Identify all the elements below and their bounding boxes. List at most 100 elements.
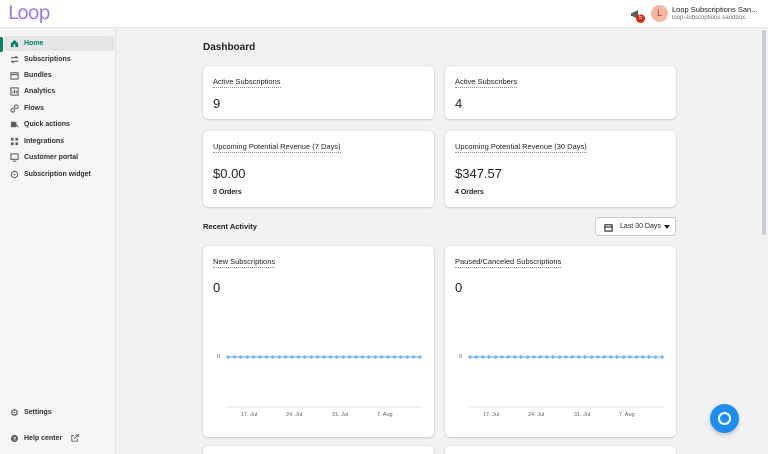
repeat-icon [10,55,19,64]
sidebar-item-subscriptions[interactable]: Subscriptions [4,52,114,67]
data-point[interactable] [506,355,511,359]
sidebar-item-subscription-widget[interactable]: Subscription widget [4,167,114,182]
data-point[interactable] [589,355,594,359]
data-point[interactable] [538,355,543,359]
card-title[interactable]: New Subscriptions [213,257,276,268]
top-bar: Loop 5 L Loop Subscriptions San... loop-… [0,0,768,28]
data-point[interactable] [596,355,600,359]
data-point[interactable] [570,355,575,359]
data-point[interactable] [583,355,587,359]
card-value: 9 [213,96,221,111]
date-range-select[interactable]: Last 30 Days [595,217,676,236]
data-point[interactable] [271,355,275,359]
help-icon: ? [10,434,19,443]
data-point[interactable] [328,355,333,359]
card-title[interactable]: Upcoming Potential Revenue (7 Days) [213,142,341,153]
data-point[interactable] [602,355,607,359]
data-point[interactable] [360,355,365,359]
sidebar-item-label: Integrations [24,138,65,145]
data-point[interactable] [532,355,536,359]
data-point[interactable] [315,355,320,359]
data-point[interactable] [226,355,230,359]
card-title[interactable]: Upcoming Potential Revenue (30 Days) [455,142,587,153]
data-point[interactable] [634,355,639,359]
data-point[interactable] [641,355,645,359]
sidebar-item-customer-portal[interactable]: Customer portal [4,150,114,165]
card-title[interactable]: Active Subscriptions [213,77,281,88]
data-point[interactable] [500,355,504,359]
data-point[interactable] [245,355,249,359]
card-title[interactable]: Paused/Canceled Subscriptions [455,257,562,268]
data-point[interactable] [379,355,384,359]
data-point[interactable] [468,355,472,359]
data-point[interactable] [487,355,491,359]
x-tick-label: 24. Jul [286,412,303,418]
data-point[interactable] [660,355,664,359]
data-point[interactable] [564,355,568,359]
loop-logo[interactable]: Loop [8,2,51,24]
data-point[interactable] [232,355,237,359]
data-point[interactable] [296,355,301,359]
sidebar-item-bundles[interactable]: Bundles [4,68,114,83]
data-point[interactable] [251,355,256,359]
data-point[interactable] [392,355,397,359]
data-point[interactable] [290,355,294,359]
help-chat-button[interactable] [710,404,739,433]
sidebar-item-home[interactable]: Home [4,36,114,51]
data-point[interactable] [615,355,619,359]
data-point[interactable] [322,355,326,359]
data-point[interactable] [258,355,262,359]
x-tick-label: 17. Jul [241,412,258,418]
data-point[interactable] [283,355,288,359]
data-point[interactable] [653,355,658,359]
data-point[interactable] [474,355,479,359]
avatar[interactable]: L [651,5,668,22]
data-point[interactable] [513,355,517,359]
data-point[interactable] [609,355,613,359]
help-center-link[interactable]: ? Help center [4,431,114,446]
data-point[interactable] [354,355,358,359]
sidebar-item-label: Quick actions [24,121,70,128]
data-point[interactable] [621,355,626,359]
data-point[interactable] [386,355,390,359]
active-subscribers-card: Active Subscribers 4 [445,66,676,119]
x-tick-label: 17. Jul [483,412,500,418]
data-point[interactable] [303,355,307,359]
data-point[interactable] [399,355,403,359]
data-point[interactable] [367,355,371,359]
store-name[interactable]: Loop Subscriptions San... [672,5,768,14]
data-point[interactable] [628,355,632,359]
new-subscriptions-chart [226,355,422,408]
data-point[interactable] [647,355,651,359]
data-point[interactable] [493,355,498,359]
settings-link[interactable]: Settings [4,405,114,420]
data-point[interactable] [335,355,339,359]
data-point[interactable] [405,355,409,359]
x-tick-label: 7. Aug [377,412,393,418]
sidebar-item-analytics[interactable]: Analytics [4,84,114,99]
sidebar-item-quick-actions[interactable]: Quick actions [4,117,114,132]
data-point[interactable] [519,355,523,359]
data-point[interactable] [418,355,422,359]
data-point[interactable] [264,355,269,359]
data-point[interactable] [239,355,243,359]
data-point[interactable] [545,355,549,359]
paused-canceled-chart [468,355,664,408]
data-point[interactable] [525,355,530,359]
sidebar-item-flows[interactable]: Flows [4,101,114,116]
data-point[interactable] [341,355,345,359]
card-title[interactable]: Active Subscribers [455,77,518,88]
data-point[interactable] [277,355,281,359]
sidebar-item-integrations[interactable]: Integrations [4,134,114,149]
integrations-icon [10,137,19,146]
data-point[interactable] [373,355,377,359]
scrollbar-thumb[interactable] [762,30,766,235]
chevron-down-icon [664,225,670,229]
data-point[interactable] [551,355,555,359]
data-point[interactable] [347,355,352,359]
data-point[interactable] [557,355,562,359]
data-point[interactable] [309,355,313,359]
data-point[interactable] [411,355,416,359]
data-point[interactable] [481,355,485,359]
data-point[interactable] [577,355,581,359]
